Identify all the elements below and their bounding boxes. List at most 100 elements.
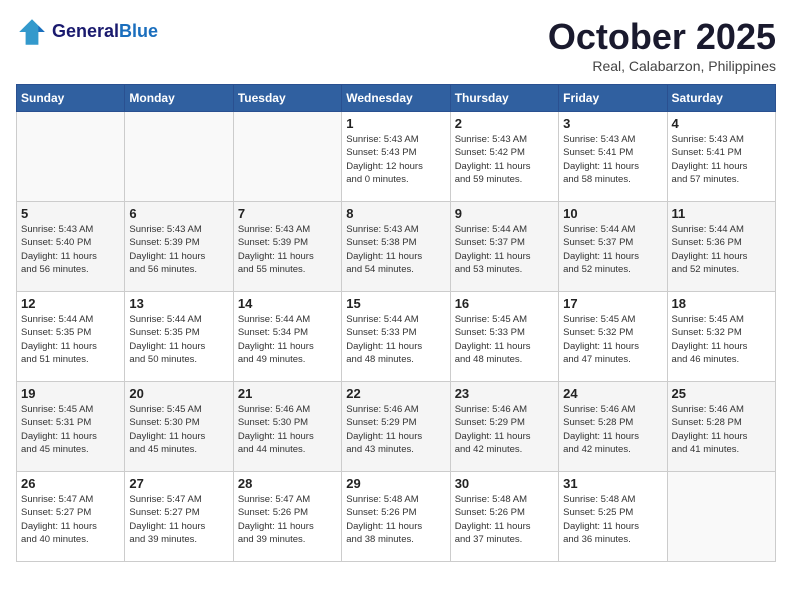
day-number: 16 [455,296,554,311]
day-info: Sunrise: 5:43 AM Sunset: 5:40 PM Dayligh… [21,223,120,276]
calendar-header-cell: Sunday [17,85,125,112]
day-number: 21 [238,386,337,401]
calendar-header-cell: Tuesday [233,85,341,112]
day-number: 23 [455,386,554,401]
day-number: 12 [21,296,120,311]
day-number: 1 [346,116,445,131]
day-number: 13 [129,296,228,311]
calendar-week-row: 1Sunrise: 5:43 AM Sunset: 5:43 PM Daylig… [17,112,776,202]
calendar-cell: 7Sunrise: 5:43 AM Sunset: 5:39 PM Daylig… [233,202,341,292]
calendar-cell: 16 Sunrise: 5:45 AM Sunset: 5:33 PM Dayli… [450,292,558,382]
logo-icon [16,16,48,48]
calendar-header-cell: Wednesday [342,85,450,112]
calendar-week-row: 19Sunrise: 5:45 AM Sunset: 5:31 PM Dayli… [17,382,776,472]
day-number: 27 [129,476,228,491]
day-info: Sunrise: 5:44 AM Sunset: 5:36 PM Dayligh… [672,223,771,276]
day-number: 17 [563,296,662,311]
calendar-cell: 3 Sunrise: 5:43 AM Sunset: 5:41 PM Daylig… [559,112,667,202]
page-header: GeneralBlue October 2025 Real, Calabarzo… [16,16,776,74]
calendar-cell [17,112,125,202]
calendar-cell: 30 Sunrise: 5:48 AM Sunset: 5:26 PM Dayli… [450,472,558,562]
day-number: 25 [672,386,771,401]
day-number: 24 [563,386,662,401]
calendar-table: SundayMondayTuesdayWednesdayThursdayFrid… [16,84,776,562]
day-number: 18 [672,296,771,311]
day-number: 26 [21,476,120,491]
day-info: Sunrise: 5:43 AM Sunset: 5:38 PM Dayligh… [346,223,445,276]
day-info: Sunrise: 5:44 AM Sunset: 5:37 PM Dayligh… [455,223,554,276]
calendar-cell: 24Sunrise: 5:46 AM Sunset: 5:28 PM Dayli… [559,382,667,472]
calendar-cell: 10Sunrise: 5:44 AM Sunset: 5:37 PM Dayli… [559,202,667,292]
day-info: Sunrise: 5:48 AM Sunset: 5:26 PM Dayligh… [455,493,554,546]
calendar-header-cell: Saturday [667,85,775,112]
day-info: Sunrise: 5:44 AM Sunset: 5:35 PM Dayligh… [21,313,120,366]
day-number: 8 [346,206,445,221]
calendar-header-cell: Friday [559,85,667,112]
day-number: 31 [563,476,662,491]
day-info: Sunrise: 5:47 AM Sunset: 5:27 PM Dayligh… [21,493,120,546]
calendar-cell: 12 Sunrise: 5:44 AM Sunset: 5:35 PM Dayli… [17,292,125,382]
day-number: 3 [563,116,662,131]
day-number: 2 [455,116,554,131]
calendar-cell: 19Sunrise: 5:45 AM Sunset: 5:31 PM Dayli… [17,382,125,472]
calendar-cell: 20Sunrise: 5:45 AM Sunset: 5:30 PM Dayli… [125,382,233,472]
calendar-week-row: 26 Sunrise: 5:47 AM Sunset: 5:27 PM Dayli… [17,472,776,562]
day-info: Sunrise: 5:45 AM Sunset: 5:32 PM Dayligh… [672,313,771,366]
day-number: 29 [346,476,445,491]
calendar-cell: 9 Sunrise: 5:44 AM Sunset: 5:37 PM Daylig… [450,202,558,292]
day-info: Sunrise: 5:44 AM Sunset: 5:33 PM Dayligh… [346,313,445,366]
day-number: 9 [455,206,554,221]
calendar-body: 1Sunrise: 5:43 AM Sunset: 5:43 PM Daylig… [17,112,776,562]
day-info: Sunrise: 5:48 AM Sunset: 5:25 PM Dayligh… [563,493,662,546]
day-number: 28 [238,476,337,491]
calendar-cell: 1Sunrise: 5:43 AM Sunset: 5:43 PM Daylig… [342,112,450,202]
calendar-cell: 8 Sunrise: 5:43 AM Sunset: 5:38 PM Daylig… [342,202,450,292]
day-info: Sunrise: 5:45 AM Sunset: 5:30 PM Dayligh… [129,403,228,456]
calendar-cell: 17 Sunrise: 5:45 AM Sunset: 5:32 PM Dayli… [559,292,667,382]
calendar-cell: 14Sunrise: 5:44 AM Sunset: 5:34 PM Dayli… [233,292,341,382]
calendar-cell: 4Sunrise: 5:43 AM Sunset: 5:41 PM Daylig… [667,112,775,202]
day-number: 15 [346,296,445,311]
day-info: Sunrise: 5:43 AM Sunset: 5:39 PM Dayligh… [238,223,337,276]
title-block: October 2025 Real, Calabarzon, Philippin… [548,16,776,74]
day-info: Sunrise: 5:46 AM Sunset: 5:29 PM Dayligh… [346,403,445,456]
location-subtitle: Real, Calabarzon, Philippines [548,58,776,74]
day-info: Sunrise: 5:47 AM Sunset: 5:27 PM Dayligh… [129,493,228,546]
calendar-cell: 22 Sunrise: 5:46 AM Sunset: 5:29 PM Dayli… [342,382,450,472]
calendar-cell: 28Sunrise: 5:47 AM Sunset: 5:26 PM Dayli… [233,472,341,562]
calendar-header-row: SundayMondayTuesdayWednesdayThursdayFrid… [17,85,776,112]
day-info: Sunrise: 5:43 AM Sunset: 5:42 PM Dayligh… [455,133,554,186]
day-info: Sunrise: 5:44 AM Sunset: 5:37 PM Dayligh… [563,223,662,276]
day-number: 5 [21,206,120,221]
logo: GeneralBlue [16,16,158,48]
calendar-cell: 6Sunrise: 5:43 AM Sunset: 5:39 PM Daylig… [125,202,233,292]
calendar-cell: 18 Sunrise: 5:45 AM Sunset: 5:32 PM Dayli… [667,292,775,382]
day-number: 6 [129,206,228,221]
day-number: 4 [672,116,771,131]
day-info: Sunrise: 5:46 AM Sunset: 5:28 PM Dayligh… [672,403,771,456]
day-number: 11 [672,206,771,221]
day-number: 14 [238,296,337,311]
month-title: October 2025 [548,16,776,58]
day-info: Sunrise: 5:43 AM Sunset: 5:41 PM Dayligh… [563,133,662,186]
calendar-cell: 27 Sunrise: 5:47 AM Sunset: 5:27 PM Dayli… [125,472,233,562]
calendar-cell: 2 Sunrise: 5:43 AM Sunset: 5:42 PM Daylig… [450,112,558,202]
calendar-cell [667,472,775,562]
calendar-cell: 31 Sunrise: 5:48 AM Sunset: 5:25 PM Dayli… [559,472,667,562]
calendar-header-cell: Thursday [450,85,558,112]
calendar-cell: 5 Sunrise: 5:43 AM Sunset: 5:40 PM Daylig… [17,202,125,292]
day-number: 30 [455,476,554,491]
day-info: Sunrise: 5:46 AM Sunset: 5:29 PM Dayligh… [455,403,554,456]
calendar-cell: 26 Sunrise: 5:47 AM Sunset: 5:27 PM Dayli… [17,472,125,562]
calendar-cell [125,112,233,202]
day-info: Sunrise: 5:45 AM Sunset: 5:33 PM Dayligh… [455,313,554,366]
day-info: Sunrise: 5:46 AM Sunset: 5:30 PM Dayligh… [238,403,337,456]
calendar-cell: 15 Sunrise: 5:44 AM Sunset: 5:33 PM Dayli… [342,292,450,382]
day-number: 19 [21,386,120,401]
calendar-cell: 11 Sunrise: 5:44 AM Sunset: 5:36 PM Dayli… [667,202,775,292]
day-info: Sunrise: 5:45 AM Sunset: 5:32 PM Dayligh… [563,313,662,366]
logo-text: GeneralBlue [52,22,158,42]
calendar-cell: 13 Sunrise: 5:44 AM Sunset: 5:35 PM Dayli… [125,292,233,382]
day-number: 22 [346,386,445,401]
day-info: Sunrise: 5:44 AM Sunset: 5:35 PM Dayligh… [129,313,228,366]
